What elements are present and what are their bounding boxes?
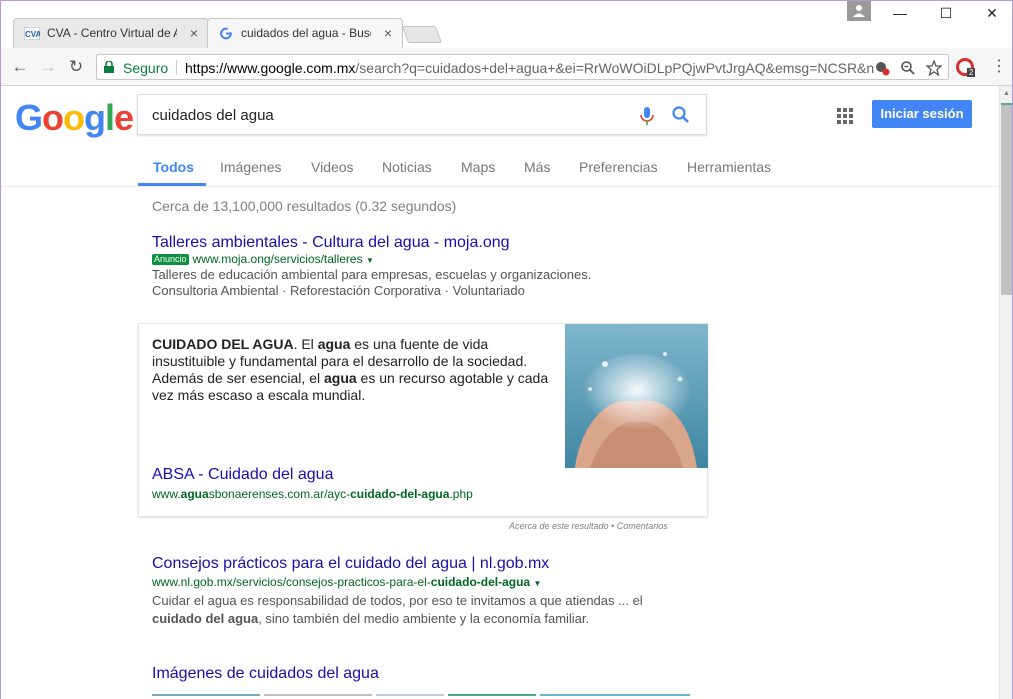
image-thumbnails-row: [152, 694, 692, 699]
ad-result-sitelinks: Consultoria Ambiental · Reforestación Co…: [152, 283, 525, 298]
browser-tab-google[interactable]: cuidados del agua - Busc ×: [207, 18, 403, 48]
close-tab-icon[interactable]: ×: [190, 25, 198, 41]
featured-snippet-title[interactable]: ABSA - Cuidado del agua: [152, 466, 333, 484]
lock-icon: [104, 61, 114, 73]
water-hands-image[interactable]: [565, 324, 708, 468]
ad-result-url: www.moja.ong/servicios/talleres: [192, 252, 363, 266]
scroll-up-arrow-icon[interactable]: ▲: [1003, 90, 1010, 97]
minimize-button[interactable]: —: [877, 5, 923, 21]
forward-arrow-icon[interactable]: →: [38, 57, 58, 77]
url-part: www.: [152, 487, 181, 501]
active-tab-indicator: [138, 183, 206, 186]
reload-icon[interactable]: ↻: [66, 57, 86, 77]
featured-snippet: CUIDADO DEL AGUA. El agua es una fuente …: [138, 323, 708, 517]
result-title[interactable]: Consejos prácticos para el cuidado del a…: [152, 555, 549, 573]
url-part: .php: [449, 487, 473, 501]
extension-badge: 2: [967, 68, 976, 77]
image-thumbnail[interactable]: [264, 694, 372, 699]
zoom-icon[interactable]: [900, 60, 916, 76]
ad-badge: Anuncio: [152, 254, 189, 265]
address-bar[interactable]: Seguro https://www.google.com.mx/search?…: [96, 54, 949, 80]
tab-news[interactable]: Noticias: [382, 159, 432, 175]
result-stats: Cerca de 13,100,000 resultados (0.32 seg…: [152, 198, 457, 214]
snippet-bold: agua: [323, 370, 357, 386]
search-tabs: Todos Imágenes Videos Noticias Maps Más …: [1, 146, 999, 187]
search-input[interactable]: cuidados del agua: [137, 94, 707, 135]
result-snippet-1: Cuidar el agua es responsabilidad de tod…: [152, 593, 643, 608]
dropdown-arrow-icon[interactable]: ▼: [533, 579, 541, 588]
featured-snippet-url: www.aguasbonaerenses.com.ar/ayc-cuidado-…: [152, 487, 473, 501]
image-thumbnail[interactable]: [152, 694, 260, 699]
dropdown-arrow-icon[interactable]: ▼: [366, 256, 374, 265]
tab-title: cuidados del agua - Busc: [241, 26, 371, 40]
url-text[interactable]: https://www.google.com.mx/search?q=cuida…: [185, 60, 875, 76]
google-g-icon: [220, 27, 233, 40]
ad-result-snippet-1: Talleres de educación ambiental para emp…: [152, 267, 592, 282]
snippet-bold: agua: [317, 336, 351, 352]
tab-title: CVA - Centro Virtual de A: [47, 26, 177, 40]
page-scrollbar[interactable]: ▲: [999, 86, 1012, 699]
sign-in-button[interactable]: Iniciar sesión: [872, 100, 972, 128]
tab-maps[interactable]: Maps: [461, 159, 495, 175]
result-url: www.nl.gob.mx/servicios/consejos-practic…: [152, 575, 431, 589]
image-thumbnail[interactable]: [376, 694, 444, 699]
snippet-text: , sino también del medio ambiente y la e…: [258, 611, 590, 626]
close-window-button[interactable]: ✕: [969, 5, 1012, 22]
snippet-bold: CUIDADO DEL AGUA: [152, 336, 294, 352]
bookmark-star-icon[interactable]: [925, 59, 943, 77]
close-tab-icon[interactable]: ×: [384, 25, 392, 41]
svg-text:CVA: CVA: [25, 30, 40, 39]
google-logo[interactable]: Google: [15, 97, 134, 139]
browser-menu-icon[interactable]: ⋮: [991, 56, 1007, 76]
browser-toolbar: ← → ↻ Seguro https://www.google.com.mx/s…: [1, 48, 1012, 86]
url-host: https://www.google.com.mx: [185, 60, 356, 76]
url-part-bold: agua: [180, 487, 209, 501]
result-url-bold: cuidado-del-agua: [430, 575, 531, 589]
url-path: /search?q=cuidados+del+agua+&ei=RrWoWOiD…: [355, 60, 875, 76]
browser-tab-cva[interactable]: CVA CVA - Centro Virtual de A ×: [13, 18, 209, 48]
image-thumbnail[interactable]: [540, 694, 690, 699]
result-url-line: www.nl.gob.mx/servicios/consejos-practic…: [152, 575, 541, 589]
browser-window: CVA CVA - Centro Virtual de A × cuidados…: [0, 0, 1013, 699]
result-snippet-2: cuidado del agua, sino también del medio…: [152, 610, 589, 627]
image-thumbnail[interactable]: [448, 694, 536, 699]
search-query: cuidados del agua: [152, 107, 274, 124]
tab-tools[interactable]: Herramientas: [687, 159, 771, 175]
tab-more[interactable]: Más: [524, 159, 550, 175]
omnibox-icons: [874, 59, 943, 77]
search-results-page: Google cuidados del agua Iniciar sesión …: [1, 86, 999, 699]
ad-result-url-line: Anuncio www.moja.ong/servicios/talleres ▼: [152, 252, 374, 266]
microphone-icon[interactable]: [638, 106, 656, 126]
back-arrow-icon[interactable]: ←: [10, 57, 30, 77]
images-section-heading[interactable]: Imágenes de cuidados del agua: [152, 665, 379, 683]
url-part-bold: cuidado-del-agua: [350, 487, 450, 501]
tab-all[interactable]: Todos: [153, 159, 194, 175]
tab-strip: CVA CVA - Centro Virtual de A × cuidados…: [1, 1, 1012, 48]
tab-preferences[interactable]: Preferencias: [579, 159, 658, 175]
separator: [176, 60, 177, 75]
new-tab-button[interactable]: [401, 26, 443, 43]
snippet-bold: cuidado del agua: [152, 611, 259, 626]
scrollbar-thumb[interactable]: [1001, 103, 1012, 295]
secure-label: Seguro: [123, 60, 169, 76]
search-icon[interactable]: [671, 105, 691, 125]
cva-logo-icon: CVA: [24, 27, 40, 40]
blocked-content-icon[interactable]: [874, 60, 890, 76]
profile-avatar-icon[interactable]: [847, 1, 871, 21]
tab-images[interactable]: Imágenes: [220, 159, 281, 175]
apps-grid-icon[interactable]: [837, 108, 853, 124]
maximize-button[interactable]: ☐: [923, 5, 969, 22]
featured-snippet-text: CUIDADO DEL AGUA. El agua es una fuente …: [152, 336, 557, 404]
url-part: sbonaerenses.com.ar/ayc-: [208, 487, 351, 501]
snippet-text: . El: [293, 336, 318, 352]
tab-videos[interactable]: Videos: [311, 159, 354, 175]
about-result-link[interactable]: Acerca de este resultado • Comentarios: [509, 521, 668, 531]
ad-result-title[interactable]: Talleres ambientales - Cultura del agua …: [152, 234, 510, 252]
